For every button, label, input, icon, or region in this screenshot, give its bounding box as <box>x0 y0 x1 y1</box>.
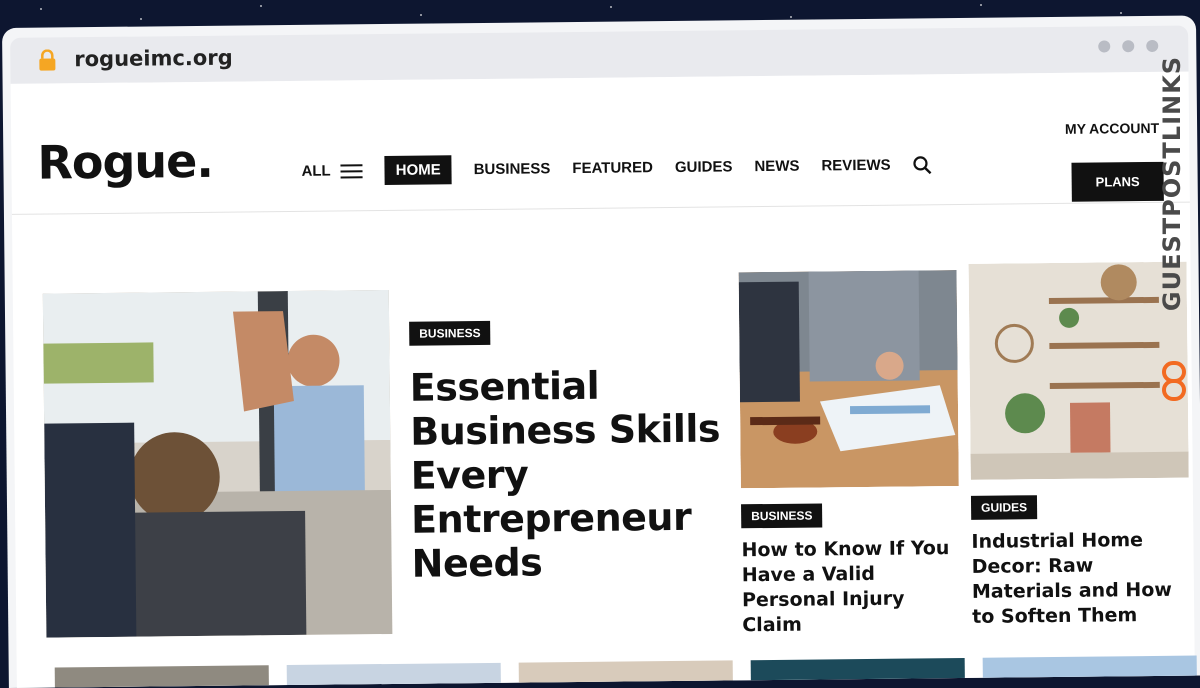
site-logo[interactable]: Rogue. <box>37 134 213 190</box>
web-page: Rogue. ALL HOME BUSINESS FEATURED GUIDES… <box>10 71 1198 688</box>
lock-icon <box>39 49 56 71</box>
hero-category-tag[interactable]: BUSINESS <box>409 320 491 346</box>
plans-button[interactable]: PLANS <box>1071 161 1164 202</box>
nav-all-label: ALL <box>301 162 331 180</box>
article-thumbnail[interactable] <box>54 665 270 688</box>
guestpostlinks-watermark: GUESTPOSTLINKS <box>1152 56 1192 401</box>
nav-item-news[interactable]: NEWS <box>754 158 799 175</box>
hero-headline[interactable]: Essential Business Skills Every Entrepre… <box>410 362 732 586</box>
link-icon <box>1162 361 1186 401</box>
nav-item-reviews[interactable]: REVIEWS <box>821 157 890 175</box>
window-controls <box>1098 39 1159 53</box>
article-thumbnail[interactable] <box>750 657 966 688</box>
watermark-text: GUESTPOSTLINKS <box>1158 56 1186 312</box>
hero-image[interactable] <box>42 289 393 638</box>
window-dot[interactable] <box>1098 40 1111 53</box>
thumbnail-row <box>54 655 1198 688</box>
article-card: BUSINESS How to Know If You Have a Valid… <box>738 270 961 638</box>
nav-item-featured[interactable]: FEATURED <box>572 159 653 177</box>
hero-photo-illustration <box>42 289 393 638</box>
window-dot[interactable] <box>1146 39 1159 53</box>
card-category-tag[interactable]: BUSINESS <box>741 503 823 529</box>
legal-photo-illustration <box>738 270 959 489</box>
hero-article: BUSINESS Essential Business Skills Every… <box>409 318 732 586</box>
article-thumbnail[interactable] <box>982 655 1198 688</box>
nav-all-menu[interactable]: ALL <box>301 162 363 180</box>
card-category-tag[interactable]: GUIDES <box>970 495 1038 520</box>
article-thumbnail[interactable] <box>518 660 734 688</box>
nav-item-guides[interactable]: GUIDES <box>675 158 733 176</box>
nav-item-business[interactable]: BUSINESS <box>474 160 551 178</box>
url-text[interactable]: rogueimc.org <box>74 46 233 72</box>
main-nav: ALL HOME BUSINESS FEATURED GUIDES NEWS R… <box>301 150 932 186</box>
site-header: Rogue. ALL HOME BUSINESS FEATURED GUIDES… <box>10 71 1190 215</box>
nav-item-home[interactable]: HOME <box>384 155 452 185</box>
hamburger-icon <box>340 163 363 178</box>
article-card-image[interactable] <box>738 270 959 489</box>
my-account-link[interactable]: MY ACCOUNT <box>1065 120 1159 137</box>
card-headline[interactable]: Industrial Home Decor: Raw Materials and… <box>971 528 1190 630</box>
browser-window: rogueimc.org Rogue. ALL HOME BUSINESS FE… <box>2 15 1200 688</box>
search-icon[interactable] <box>913 155 933 175</box>
card-headline[interactable]: How to Know If You Have a Valid Personal… <box>741 536 960 638</box>
window-dot[interactable] <box>1122 40 1135 53</box>
article-thumbnail[interactable] <box>286 662 502 688</box>
